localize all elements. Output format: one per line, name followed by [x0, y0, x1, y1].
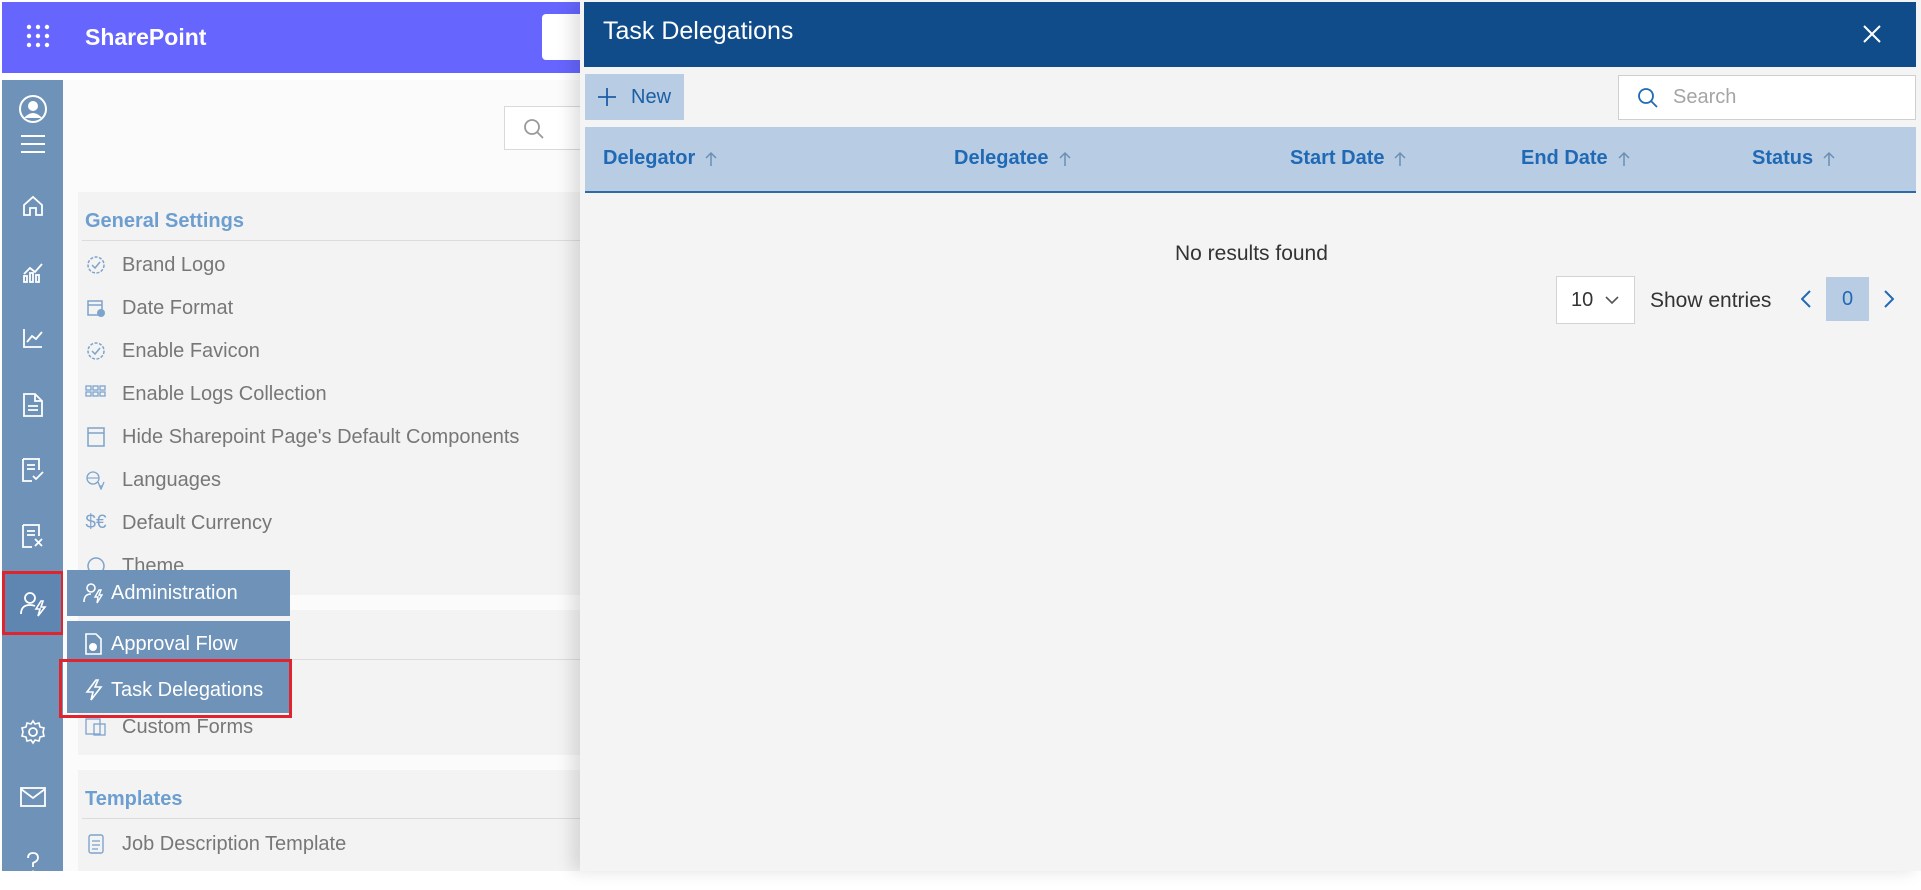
setting-label: Languages: [122, 468, 221, 491]
setting-label: Enable Favicon: [122, 339, 260, 362]
current-page-button[interactable]: 0: [1826, 277, 1869, 321]
grid-icon: [85, 383, 107, 405]
chevron-right-icon[interactable]: [1878, 286, 1900, 312]
form-icon: [85, 716, 107, 738]
flyout-item-administration[interactable]: Administration: [67, 570, 290, 616]
setting-job-description-template[interactable]: Job Description Template: [85, 829, 346, 859]
brand-name[interactable]: SharePoint: [85, 24, 206, 51]
help-icon[interactable]: [2, 836, 63, 890]
flyout-label: Administration: [111, 581, 238, 604]
column-header-delegatee[interactable]: Delegatee: [954, 147, 1071, 170]
new-button[interactable]: New: [585, 74, 684, 120]
chevron-down-icon: [1605, 295, 1619, 305]
column-header-delegator[interactable]: Delegator: [603, 147, 717, 170]
column-header-start-date[interactable]: Start Date: [1290, 147, 1407, 170]
column-label: Delegatee: [954, 147, 1049, 169]
setting-label: Hide Sharepoint Page's Default Component…: [122, 425, 520, 448]
column-label: Start Date: [1290, 147, 1385, 169]
search-input[interactable]: [1673, 86, 1903, 109]
empty-state-message: No results found: [1175, 242, 1328, 265]
translate-icon: [85, 469, 107, 491]
templates-title: Templates: [85, 788, 183, 810]
setting-label: Custom Forms: [122, 715, 254, 738]
home-icon[interactable]: [2, 179, 63, 233]
divider: [82, 818, 602, 819]
flyout-label: Approval Flow: [111, 632, 238, 655]
column-label: Delegator: [603, 147, 696, 169]
divider: [82, 240, 602, 241]
plus-icon: [597, 87, 617, 107]
setting-languages[interactable]: Languages: [85, 465, 221, 495]
app-launcher-icon[interactable]: [20, 20, 56, 52]
sort-ascending-icon: [1394, 151, 1407, 167]
setting-date-format[interactable]: Date Format: [85, 293, 233, 323]
badge-check-icon: [85, 340, 107, 362]
setting-brand-logo[interactable]: Brand Logo: [85, 250, 225, 280]
search-field[interactable]: [1618, 75, 1916, 120]
search-icon: [1637, 87, 1659, 109]
person-admin-icon: [83, 582, 105, 604]
setting-label: Enable Logs Collection: [122, 382, 327, 405]
new-button-label: New: [631, 85, 672, 108]
document-icon: [85, 833, 107, 855]
settings-search-box[interactable]: [504, 106, 584, 150]
person-admin-icon: [5, 574, 61, 632]
table-header: [585, 127, 1916, 193]
show-entries-label: Show entries: [1650, 289, 1772, 312]
column-header-status[interactable]: Status: [1752, 147, 1835, 170]
hamburger-menu-icon[interactable]: [2, 117, 63, 171]
rail-administration-highlight[interactable]: [2, 571, 64, 635]
setting-enable-logs-collection[interactable]: Enable Logs Collection: [85, 379, 327, 409]
close-icon[interactable]: [1854, 16, 1890, 52]
panel-title: Task Delegations: [603, 17, 794, 45]
document-reject-icon[interactable]: [2, 509, 63, 563]
setting-label: Job Description Template: [122, 832, 347, 855]
column-label: End Date: [1521, 147, 1608, 169]
setting-label: Date Format: [122, 296, 234, 319]
setting-label: Default Currency: [122, 511, 273, 534]
sort-ascending-icon: [1618, 151, 1630, 167]
setting-enable-favicon[interactable]: Enable Favicon: [85, 336, 260, 366]
document-check-icon[interactable]: [2, 443, 63, 497]
sort-ascending-icon: [1823, 151, 1835, 167]
setting-default-currency[interactable]: $€ Default Currency: [85, 508, 272, 538]
currency-icon: $€: [85, 512, 107, 533]
document-icon[interactable]: [2, 378, 63, 432]
analytics-icon[interactable]: [2, 245, 63, 299]
general-settings-title: General Settings: [85, 210, 244, 232]
calendar-clock-icon: [85, 297, 107, 319]
document-check-icon: [83, 633, 105, 655]
column-header-end-date[interactable]: End Date: [1521, 147, 1630, 170]
column-label: Status: [1752, 147, 1814, 169]
task-delegations-highlight: [59, 659, 292, 718]
sort-ascending-icon: [1058, 151, 1071, 167]
line-chart-icon[interactable]: [2, 311, 63, 365]
page-size-select[interactable]: 10: [1556, 276, 1635, 324]
search-icon: [523, 118, 545, 140]
setting-hide-default-components[interactable]: Hide Sharepoint Page's Default Component…: [85, 422, 519, 452]
setting-label: Brand Logo: [122, 253, 226, 276]
settings-gear-icon[interactable]: [2, 705, 63, 759]
window-icon: [85, 426, 107, 448]
sort-ascending-icon: [705, 151, 717, 167]
left-rail: [2, 80, 63, 874]
chevron-left-icon[interactable]: [1795, 286, 1817, 312]
page-size-value: 10: [1571, 288, 1594, 311]
mail-icon[interactable]: [2, 770, 63, 824]
badge-check-icon: [85, 254, 107, 276]
